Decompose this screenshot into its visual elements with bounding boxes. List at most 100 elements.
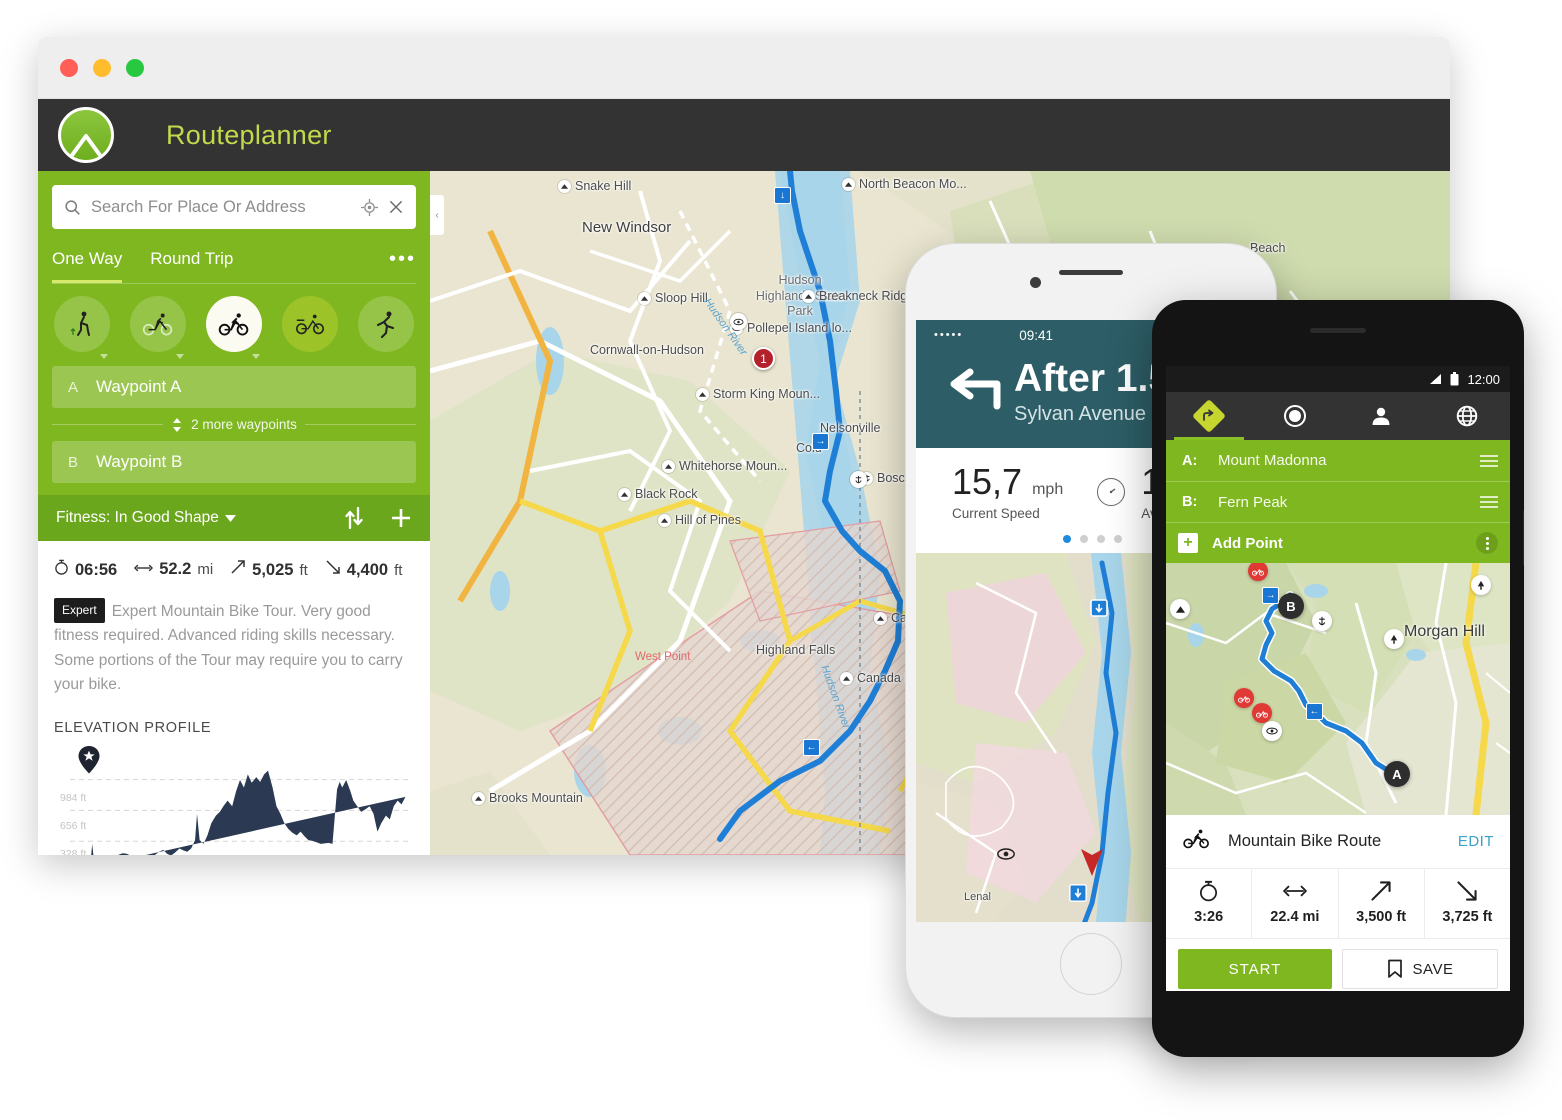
descent-icon — [326, 560, 340, 574]
tab-discover[interactable] — [1424, 392, 1510, 440]
android-waypoint-b-name: Fern Peak — [1218, 493, 1288, 511]
map-label-sloop-hill: Sloop Hill — [638, 291, 708, 305]
tab-record[interactable] — [1252, 392, 1338, 440]
map-label-storm-king: Storm King Moun... — [696, 387, 820, 401]
android-route-card: Mountain Bike Route EDIT 3:26 22.4 mi 3,… — [1166, 815, 1510, 991]
route-diamond-icon — [1192, 399, 1226, 433]
start-button[interactable]: START — [1178, 949, 1332, 989]
reverse-route-icon[interactable] — [344, 507, 364, 529]
stat-ascent-value: 5,025 — [252, 561, 294, 579]
collapse-panel-icon[interactable]: ‹ — [430, 195, 444, 235]
mtb-poi-icon[interactable] — [1234, 688, 1254, 708]
locate-icon[interactable] — [361, 198, 378, 216]
app-logo-icon[interactable] — [58, 107, 114, 163]
iphone-current-speed-label: Current Speed — [952, 505, 1040, 521]
maximize-window-button[interactable] — [126, 58, 144, 77]
save-button[interactable]: SAVE — [1342, 949, 1498, 989]
android-waypoint-marker-b[interactable]: B — [1278, 593, 1304, 619]
waypoint-a-row[interactable]: A Waypoint A — [52, 366, 416, 408]
close-icon[interactable] — [388, 199, 404, 215]
tab-route-planner[interactable] — [1166, 392, 1252, 440]
viewpoint-poi-icon[interactable] — [1262, 721, 1282, 741]
route-waypoint-marker-1[interactable]: 1 — [752, 347, 775, 370]
elev-ytick-984: 984 ft — [60, 791, 87, 804]
android-add-point-row[interactable]: + Add Point — [1166, 522, 1510, 563]
active-tab-indicator — [1174, 437, 1244, 440]
divider-right — [304, 424, 416, 425]
android-waypoint-marker-a[interactable]: A — [1384, 761, 1410, 787]
android-map[interactable]: Morgan Hill A B → ← — [1166, 563, 1510, 815]
globe-icon — [1456, 405, 1478, 427]
mountain-icon — [874, 611, 887, 625]
fitness-label[interactable]: Fitness: In Good Shape — [56, 509, 219, 527]
sport-mountain-bike[interactable] — [206, 296, 262, 359]
route-description-text: Expert Mountain Bike Tour. Very good fit… — [54, 603, 403, 694]
signal-icon — [1430, 374, 1442, 384]
map-label-text: Whitehorse Moun... — [679, 459, 788, 473]
search-bar[interactable] — [52, 185, 416, 229]
anchor-poi-icon[interactable] — [850, 471, 867, 488]
drag-handle-icon[interactable] — [1480, 496, 1498, 508]
tree-poi-icon[interactable] — [1384, 629, 1404, 649]
drag-handle-icon[interactable] — [1480, 454, 1498, 467]
android-power-button[interactable] — [1523, 510, 1524, 566]
mountain-icon — [842, 177, 855, 191]
map-label-brooks-mountain: Brooks Mountain — [472, 791, 583, 805]
battery-icon — [1450, 372, 1459, 386]
android-device: 12:00 A: Mount Madonna B: Fern Peak + Ad… — [1152, 300, 1524, 1057]
more-options-icon[interactable]: ••• — [389, 248, 416, 279]
map-label-text: New Windsor — [582, 219, 672, 236]
viewpoint-poi-icon[interactable] — [730, 313, 747, 330]
waypoint-b-row[interactable]: B Waypoint B — [52, 441, 416, 483]
waypoint-b-letter: B — [68, 453, 79, 471]
iphone-current-speed: 15,7 mph Current Speed — [916, 463, 1063, 521]
stat-distance: 52.2 mi — [134, 560, 213, 579]
sport-selector — [52, 284, 416, 366]
chevron-down-icon[interactable] — [252, 354, 260, 359]
plus-icon[interactable] — [390, 507, 412, 529]
page-dot[interactable] — [1079, 534, 1088, 543]
chevron-down-icon[interactable] — [100, 354, 108, 359]
map-label-highland-falls: Highland Falls — [756, 643, 835, 657]
android-edit-button[interactable]: EDIT — [1458, 833, 1494, 850]
sport-hiking[interactable] — [54, 296, 110, 359]
anchor-poi-icon[interactable] — [1312, 611, 1332, 631]
close-window-button[interactable] — [60, 58, 78, 77]
mtb-poi-icon[interactable] — [1252, 703, 1272, 723]
android-stat-distance-value: 22.4 mi — [1270, 909, 1320, 925]
expand-collapse-icon — [173, 417, 182, 432]
more-waypoints-toggle[interactable]: 2 more waypoints — [52, 408, 416, 441]
search-input[interactable] — [91, 197, 351, 217]
iphone-home-button[interactable] — [1060, 933, 1122, 995]
ascent-icon — [231, 560, 245, 574]
chevron-down-icon[interactable] — [224, 514, 236, 522]
stat-distance-unit: mi — [197, 561, 214, 578]
route-description: Expert Expert Mountain Bike Tour. Very go… — [54, 598, 414, 698]
page-dot[interactable] — [1113, 534, 1122, 543]
minimize-window-button[interactable] — [93, 58, 111, 77]
chevron-down-icon[interactable] — [176, 354, 184, 359]
sport-road-bike[interactable] — [282, 296, 338, 352]
tree-poi-icon[interactable] — [1471, 575, 1491, 595]
tab-round-trip[interactable]: Round Trip — [150, 243, 233, 283]
android-map-label: Morgan Hill — [1404, 623, 1485, 640]
page-dot[interactable] — [1096, 534, 1105, 543]
android-waypoint-b[interactable]: B: Fern Peak — [1166, 481, 1510, 522]
page-dot[interactable] — [1062, 534, 1071, 543]
tab-one-way[interactable]: One Way — [52, 243, 123, 283]
stat-ascent: 5,025 ft — [230, 559, 308, 580]
android-waypoint-a[interactable]: A: Mount Madonna — [1166, 440, 1510, 481]
sport-cycling[interactable] — [130, 296, 186, 359]
kebab-menu-icon[interactable] — [1476, 532, 1498, 554]
map-label-text: Hill of Pines — [675, 513, 741, 527]
direction-marker-left: ← — [1306, 703, 1323, 720]
mountain-poi-icon[interactable] — [1170, 599, 1190, 619]
android-stat-ascent: 3,500 ft — [1339, 869, 1425, 938]
elevation-chart[interactable]: 984 ft 656 ft 328 ft 0 6.21 mi 12.4 mi 1… — [54, 745, 414, 855]
map-label-whitehorse: Whitehorse Moun... — [662, 459, 787, 473]
sport-running[interactable] — [358, 296, 414, 352]
waypoint-b-name: Waypoint B — [96, 452, 183, 471]
tab-profile[interactable] — [1338, 392, 1424, 440]
divider-left — [52, 424, 164, 425]
direction-marker-down — [1090, 599, 1108, 617]
